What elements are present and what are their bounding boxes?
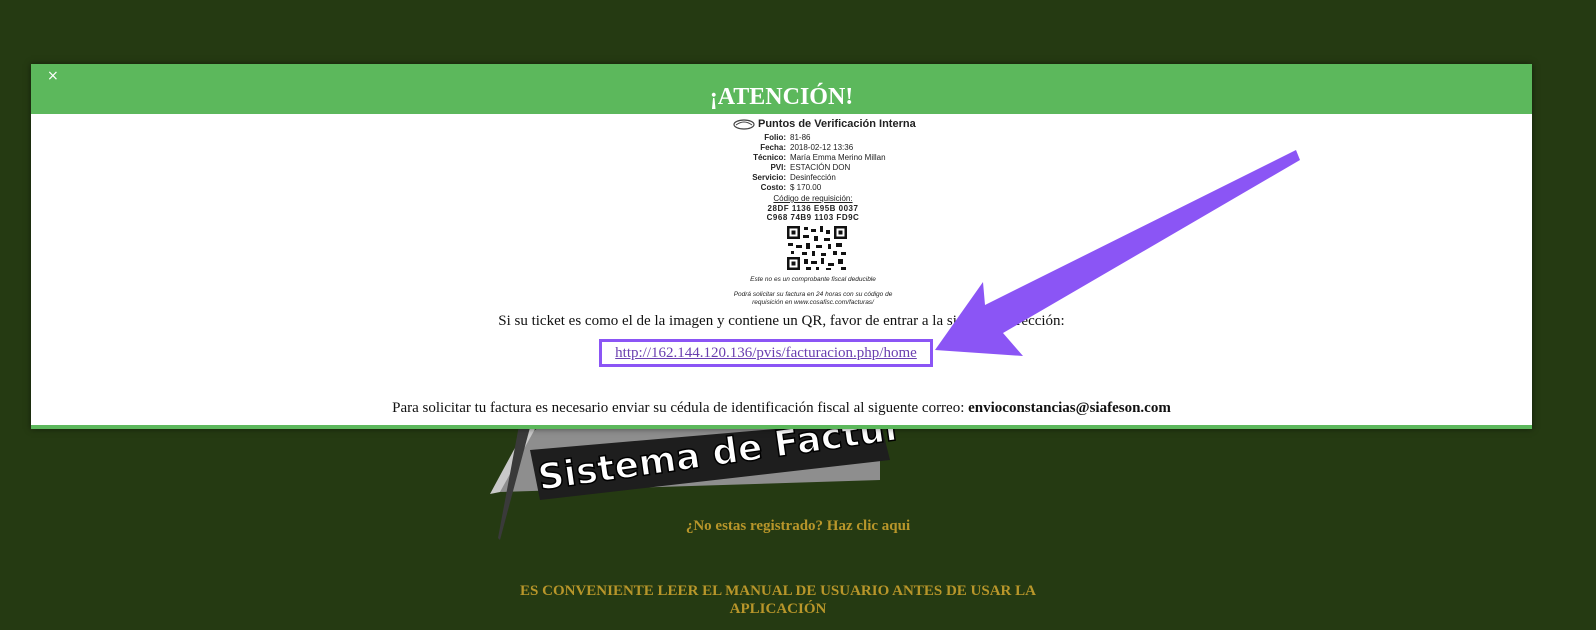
ticket-row: PVI: ESTACIÓN DON [770,163,851,172]
ticket-footer: Podrá solicitar su factura en 24 horas c… [733,291,893,298]
ticket-row: Folio: 81-86 [764,133,811,142]
request-label: Para solicitar tu factura es necesario e… [392,400,965,416]
manual-notice: ES CONVENIENTE LEER EL MANUAL DE USUARIO… [520,583,1036,617]
attention-modal: × ¡ATENCIÓN! Puntos de Verificación Inte… [31,64,1532,429]
modal-header: × ¡ATENCIÓN! [31,64,1532,114]
ticket-row: Servicio: Desinfección [752,173,836,182]
ticket-image: Puntos de Verificación Interna Folio: 81-… [703,116,923,312]
ticket-code-line: 28DF 1136 E95B 0037 [767,204,859,213]
pvi-logo-icon [733,118,755,130]
ticket-footer: requisición en www.cosafisc.com/facturas… [752,299,874,306]
invoice-request-text: Para solicitar tu factura es necesario e… [31,399,1532,417]
ticket-footer: Este no es un comprobante fiscal deducib… [750,276,876,283]
contact-email: envioconstancias@siafeson.com [968,400,1171,416]
qr-instruction: Si su ticket es como el de la imagen y c… [498,313,1065,329]
qr-code-icon [786,225,848,271]
link-highlight-box: http://162.144.120.136/pvis/facturacion.… [599,339,933,367]
ticket-row: Técnico: María Emma Merino Millan [753,153,886,162]
facturacion-link[interactable]: http://162.144.120.136/pvis/facturacion.… [602,342,930,364]
ticket-code-title: Código de requisición: [773,194,853,203]
ticket-header: Puntos de Verificación Interna [758,118,916,130]
ticket-row: Costo: $ 170.00 [760,183,822,192]
ticket-row: Fecha: 2018-02-12 13:36 [760,143,854,152]
register-link[interactable]: ¿No estas registrado? Haz clic aqui [0,518,1596,535]
ticket-code-line: C968 74B9 1103 FD9C [766,213,860,222]
modal-title: ¡ATENCIÓN! [709,84,854,110]
